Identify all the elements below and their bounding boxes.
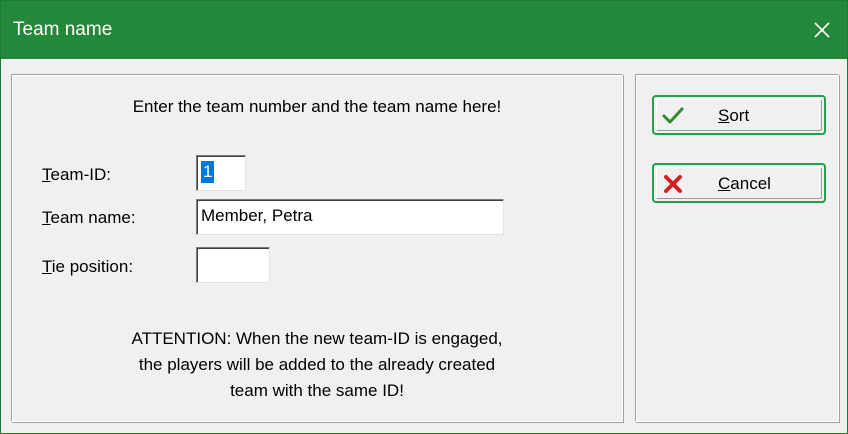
window-title: Team name [13, 19, 113, 40]
attention-line: team with the same ID! [230, 381, 404, 400]
dialog-content: Enter the team number and the team name … [1, 59, 847, 433]
team-name-value: Member, Petra [201, 206, 313, 225]
close-icon [814, 22, 830, 38]
close-button[interactable] [797, 1, 847, 59]
cancel-button[interactable]: Cancel [652, 163, 826, 203]
tie-position-input[interactable] [196, 247, 270, 283]
team-id-label: Team-ID: [42, 165, 111, 184]
attention-message: ATTENTION: When the new team-ID is engag… [12, 326, 622, 404]
attention-line: ATTENTION: When the new team-ID is engag… [131, 329, 503, 348]
team-id-input[interactable]: 1 [196, 155, 246, 191]
button-panel: Sort Cancel [635, 74, 839, 422]
team-name-label: Team name: [42, 208, 136, 227]
team-name-input[interactable]: Member, Petra [196, 199, 504, 235]
cancel-button-label: Cancel [718, 174, 771, 193]
attention-line: the players will be added to the already… [138, 355, 496, 374]
red-x-icon [664, 175, 682, 193]
team-id-value: 1 [201, 161, 215, 183]
instruction-text: Enter the team number and the team name … [132, 97, 502, 116]
checkmark-icon [662, 107, 684, 124]
form-panel: Enter the team number and the team name … [11, 74, 623, 422]
team-name-dialog: Team name Enter the team number and the … [0, 0, 848, 434]
sort-button-label: Sort [718, 106, 750, 125]
title-bar: Team name [1, 1, 847, 59]
tie-position-label: Tie position: [42, 257, 134, 276]
sort-button[interactable]: Sort [652, 95, 826, 135]
